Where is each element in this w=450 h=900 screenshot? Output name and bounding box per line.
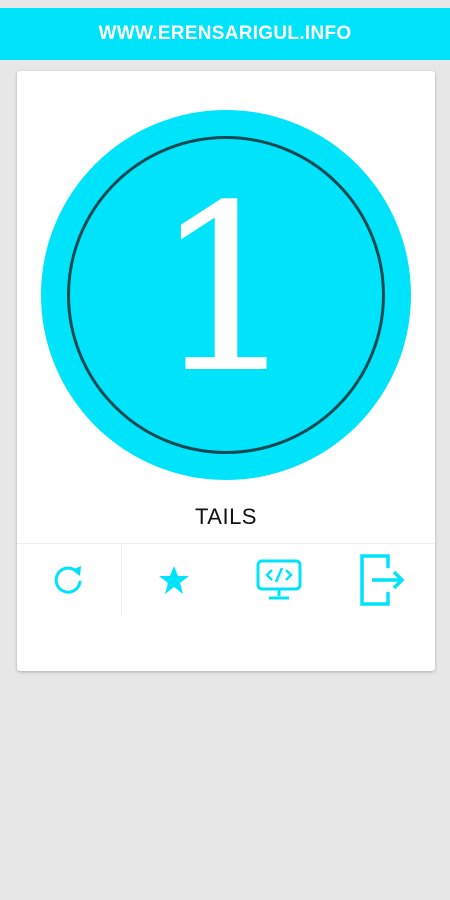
star-icon [157, 563, 191, 597]
coin-card: 1 TAILS [17, 71, 435, 671]
refresh-icon [49, 560, 89, 600]
coin-ring: 1 [67, 136, 385, 454]
coin[interactable]: 1 [41, 110, 411, 480]
exit-button[interactable] [331, 544, 435, 616]
rate-button[interactable] [122, 544, 226, 616]
header-title: WWW.ERENSARIGUL.INFO [98, 23, 352, 44]
action-toolbar [17, 543, 435, 616]
flip-result-label: TAILS [194, 504, 257, 529]
app-header: WWW.ERENSARIGUL.INFO [0, 8, 450, 60]
coin-face-value: 1 [152, 157, 300, 424]
flip-again-button[interactable] [17, 544, 121, 616]
developer-button[interactable] [227, 544, 331, 616]
exit-icon [358, 552, 408, 608]
code-monitor-icon [255, 558, 303, 602]
